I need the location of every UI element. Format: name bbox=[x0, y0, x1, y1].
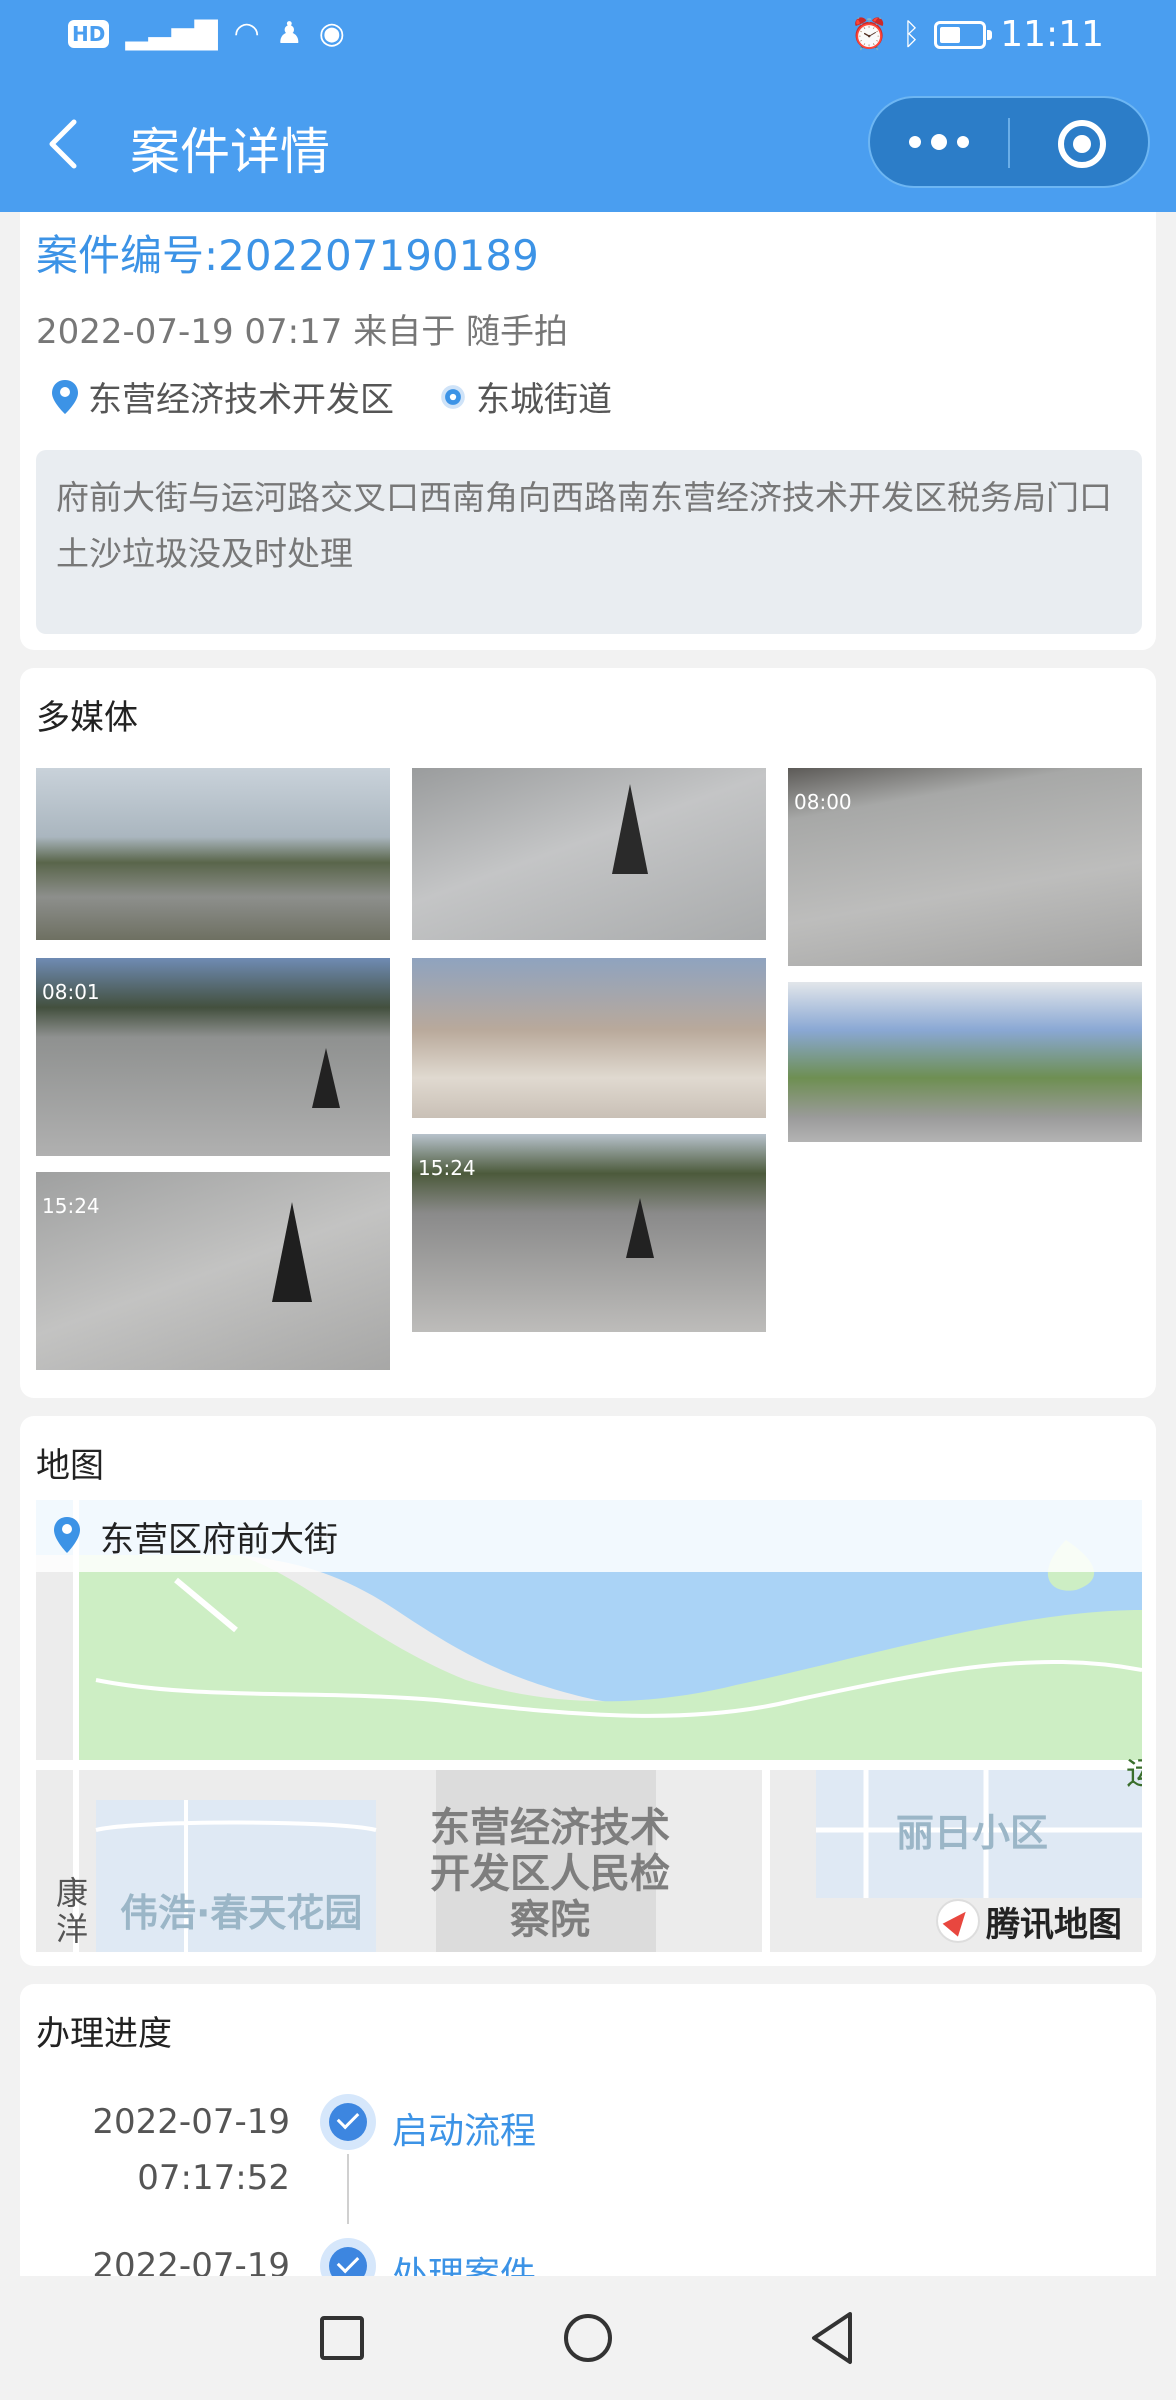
nav-bar: 案件详情 bbox=[0, 90, 1176, 200]
back-button[interactable] bbox=[808, 2310, 856, 2366]
tencent-map-icon bbox=[936, 1899, 980, 1943]
alarm-icon: ⏰ bbox=[850, 16, 889, 52]
mini-program-capsule bbox=[868, 96, 1150, 188]
location-pin-icon bbox=[52, 379, 78, 414]
map-pin-icon bbox=[54, 1517, 80, 1553]
media-section-title: 多媒体 bbox=[36, 698, 138, 738]
case-description: 府前大街与运河路交叉口西南角向西路南东营经济技术开发区税务局门口土沙垃圾没及时处… bbox=[36, 450, 1142, 634]
system-nav-bar bbox=[0, 2276, 1176, 2400]
step-check-icon bbox=[320, 2094, 376, 2150]
map-label-liri: 丽日小区 bbox=[896, 1811, 1049, 1855]
signal-icon: ▂▃▅▇ bbox=[125, 16, 218, 51]
media-card: 多媒体 08:00 08:01 15:24 15:24 bbox=[20, 668, 1156, 1398]
step-name[interactable]: 启动流程 bbox=[392, 2102, 536, 2154]
step-time: 07:17:52 bbox=[137, 2158, 290, 2198]
photo-thumb[interactable] bbox=[412, 958, 766, 1118]
recents-button[interactable] bbox=[320, 2316, 364, 2360]
photo-thumb[interactable] bbox=[788, 982, 1142, 1142]
map-section-title: 地图 bbox=[36, 1446, 104, 1486]
map-label-yun: 运 bbox=[1126, 1750, 1142, 1796]
street-label: 东城街道 bbox=[476, 380, 612, 420]
case-info-card: 案件编号:202207190189 2022-07-19 07:17 来自于 随… bbox=[20, 212, 1156, 650]
close-program-icon[interactable] bbox=[1058, 120, 1106, 168]
map-label-procuratorate: 东营经济技术 开发区人民检察院 bbox=[430, 1805, 670, 1943]
qq-icon: ♟ bbox=[275, 16, 303, 51]
photo-thumb[interactable]: 15:24 bbox=[412, 1134, 766, 1332]
status-bar: HD ▂▃▅▇ ◠ ♟ ◉ ⏰ ᛒ 11:11 bbox=[0, 0, 1176, 72]
home-button[interactable] bbox=[564, 2314, 612, 2362]
map-card: 地图 东营经济技术 开发区人民检察院 丽日小区 伟浩·春天花园 康 洋 运 bbox=[20, 1416, 1156, 1966]
case-number: 案件编号:202207190189 bbox=[36, 231, 539, 280]
district-tag: 东营经济技术开发区 bbox=[50, 372, 394, 421]
hd-badge: HD bbox=[68, 20, 110, 48]
page-title: 案件详情 bbox=[130, 123, 330, 181]
progress-section-title: 办理进度 bbox=[36, 2014, 172, 2054]
map-label-kangyang: 康 洋 bbox=[56, 1874, 89, 1948]
bluetooth-icon: ᛒ bbox=[902, 16, 921, 52]
map-address-bar: 东营区府前大街 bbox=[36, 1500, 1142, 1572]
map-view[interactable]: 东营经济技术 开发区人民检察院 丽日小区 伟浩·春天花园 康 洋 运 东营区府前… bbox=[36, 1500, 1142, 1952]
capsule-divider bbox=[1008, 118, 1010, 168]
map-label-weihao: 伟浩·春天花园 bbox=[120, 1891, 363, 1935]
location-row: 东营经济技术开发区 东城街道 bbox=[50, 372, 612, 421]
map-address: 东营区府前大街 bbox=[100, 1519, 338, 1560]
step-connector bbox=[347, 2154, 349, 2224]
back-icon[interactable] bbox=[44, 116, 84, 172]
street-tag: 东城街道 bbox=[438, 372, 612, 421]
battery-icon bbox=[934, 20, 993, 49]
map-provider: 腾讯地图 bbox=[986, 1904, 1122, 1945]
photo-thumb[interactable] bbox=[36, 768, 390, 940]
target-pin-icon bbox=[441, 384, 465, 409]
photo-thumb[interactable]: 08:00 bbox=[788, 768, 1142, 966]
tencent-map-logo: 腾讯地图 bbox=[936, 1894, 1122, 1948]
status-time: 11:11 bbox=[1000, 14, 1104, 55]
app-icon: ◉ bbox=[318, 16, 345, 51]
top-bar: HD ▂▃▅▇ ◠ ♟ ◉ ⏰ ᛒ 11:11 案件详情 bbox=[0, 0, 1176, 212]
more-menu-icon[interactable] bbox=[870, 98, 1008, 186]
photo-thumb[interactable]: 08:01 bbox=[36, 958, 390, 1156]
case-meta: 2022-07-19 07:17 来自于 随手拍 bbox=[36, 312, 568, 352]
photo-thumb[interactable]: 15:24 bbox=[36, 1172, 390, 1370]
photo-thumb[interactable] bbox=[412, 768, 766, 940]
step-date: 2022-07-19 bbox=[92, 2102, 290, 2142]
wifi-icon: ◠ bbox=[233, 16, 260, 51]
district-label: 东营经济技术开发区 bbox=[88, 380, 394, 420]
